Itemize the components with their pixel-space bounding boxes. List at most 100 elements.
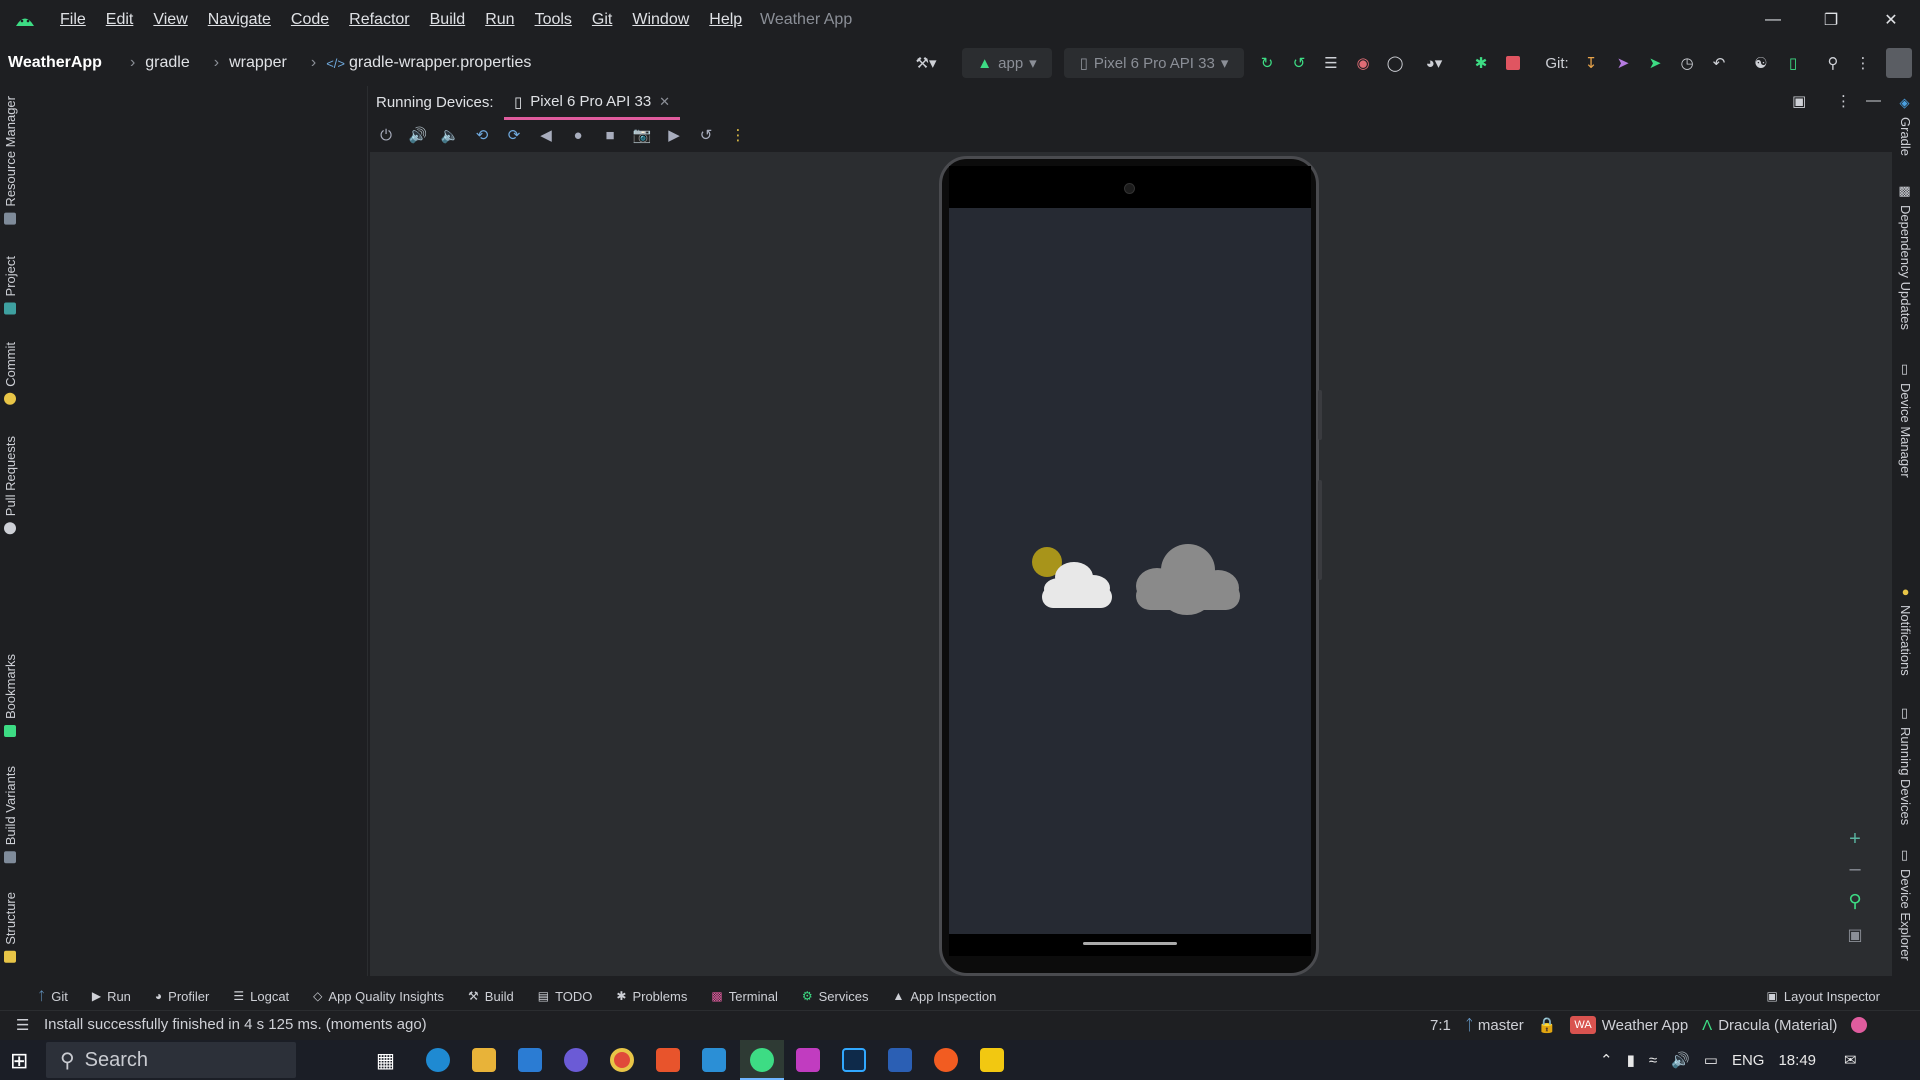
close-button[interactable]: ✕ [1862, 0, 1920, 40]
git-push-icon[interactable]: ➤ [1644, 48, 1666, 78]
tab-device[interactable]: ▯ Pixel 6 Pro API 33 ✕ [504, 86, 681, 120]
maximize-icon[interactable]: ▣ [1792, 92, 1814, 114]
breadcrumb-project[interactable]: WeatherApp [8, 54, 102, 72]
zoom-actual-icon[interactable]: ⚲ [1842, 888, 1868, 914]
rotate-right-icon[interactable]: ⟳ [498, 120, 530, 150]
wifi-icon[interactable]: ≈ [1649, 1052, 1657, 1069]
tab-layout-inspector[interactable]: ▣ Layout Inspector [1755, 982, 1892, 1010]
home-icon[interactable]: ● [562, 120, 594, 150]
menu-view[interactable]: View [143, 0, 197, 40]
minimize-button[interactable]: — [1744, 0, 1802, 40]
readonly-icon[interactable]: 🔒 [1538, 1016, 1557, 1034]
tab-services[interactable]: ⚙ Services [790, 982, 881, 1010]
powerbi-icon[interactable] [980, 1048, 1004, 1072]
git-branch-widget[interactable]: ᛏ master [1465, 1017, 1524, 1034]
theme-widget[interactable]: Λ Dracula (Material) [1702, 1017, 1837, 1034]
layers-icon[interactable]: ☰ [16, 1016, 34, 1034]
status-message[interactable]: Install successfully finished in 4 s 125… [44, 1010, 427, 1040]
tray-chevron-up-icon[interactable]: ⌃ [1600, 1051, 1613, 1069]
history-icon[interactable]: ◷ [1676, 48, 1698, 78]
apply-changes-icon[interactable]: ↺ [1288, 48, 1310, 78]
tool-device-manager[interactable]: ▯ Device Manager [1898, 362, 1913, 478]
tool-resource-manager[interactable]: Resource Manager [3, 96, 18, 225]
menu-tools[interactable]: Tools [525, 0, 582, 40]
menu-code[interactable]: Code [281, 0, 339, 40]
tool-build-variants[interactable]: Build Variants [3, 766, 18, 864]
tool-project[interactable]: Project [3, 256, 18, 315]
menu-window[interactable]: Window [622, 0, 699, 40]
vscode-icon[interactable] [702, 1048, 726, 1072]
word-icon[interactable] [888, 1048, 912, 1072]
photoshop-icon[interactable] [842, 1048, 866, 1072]
tab-terminal[interactable]: ▩ Terminal [699, 982, 789, 1010]
fit-screen-icon[interactable]: ▣ [1842, 922, 1868, 948]
more-options-icon[interactable]: ⋮ [1856, 48, 1871, 78]
rotate-left-icon[interactable]: ⟲ [466, 120, 498, 150]
attach-debugger-icon[interactable]: ✱ [1470, 48, 1492, 78]
overview-icon[interactable]: ■ [594, 120, 626, 150]
tool-device-explorer[interactable]: ▯ Device Explorer [1898, 848, 1913, 961]
menu-refactor[interactable]: Refactor [339, 0, 419, 40]
menu-navigate[interactable]: Navigate [198, 0, 281, 40]
run-config-dropdown[interactable]: ▲ app ▾ [962, 48, 1052, 78]
gesture-home-bar[interactable] [1083, 942, 1177, 945]
clock[interactable]: 18:49 [1778, 1052, 1816, 1069]
menu-file[interactable]: File [50, 0, 96, 40]
battery-icon[interactable]: ▮ [1627, 1051, 1635, 1069]
display-icon[interactable]: ▭ [1704, 1051, 1718, 1069]
chrome-icon[interactable] [610, 1048, 634, 1072]
zoom-in-icon[interactable]: + [1842, 826, 1868, 852]
tab-app-inspection[interactable]: ▲ App Inspection [880, 982, 1008, 1010]
tool-notifications[interactable]: ● Notifications [1898, 584, 1913, 676]
breadcrumb-gradle[interactable]: gradle [145, 54, 189, 72]
tab-logcat[interactable]: ☰ Logcat [221, 982, 301, 1010]
tab-app-quality-insights[interactable]: ◇ App Quality Insights [301, 982, 456, 1010]
reset-icon[interactable]: ↺ [690, 120, 722, 150]
tab-run[interactable]: ▶ Run [80, 982, 143, 1010]
menu-help[interactable]: Help [699, 0, 752, 40]
menu-run[interactable]: Run [475, 0, 524, 40]
power-icon[interactable]: ⏻ [370, 120, 402, 150]
tool-gradle[interactable]: ◈ Gradle [1898, 96, 1913, 156]
breadcrumb-wrapper[interactable]: wrapper [229, 54, 287, 72]
options-icon[interactable]: ⋮ [1836, 92, 1851, 114]
tool-bookmarks[interactable]: Bookmarks [3, 654, 18, 738]
postman-icon[interactable] [934, 1048, 958, 1072]
tool-running-devices[interactable]: ▯ Running Devices [1898, 706, 1913, 825]
tool-structure[interactable]: Structure [3, 892, 18, 963]
device-dropdown[interactable]: ▯ Pixel 6 Pro API 33 ▾ [1064, 48, 1244, 78]
rerun-icon[interactable]: ↻ [1256, 48, 1278, 78]
menu-build[interactable]: Build [420, 0, 476, 40]
screenshot-icon[interactable]: 📷 [626, 120, 658, 150]
menu-edit[interactable]: Edit [96, 0, 144, 40]
back-icon[interactable]: ◀ [530, 120, 562, 150]
windows-start-icon[interactable]: ⊞ [10, 1048, 36, 1074]
breadcrumb-file[interactable]: gradle-wrapper.properties [349, 54, 531, 72]
coverage-icon[interactable]: ◯ [1384, 48, 1406, 78]
avatar[interactable] [1886, 48, 1912, 78]
tab-build[interactable]: ⚒ Build [456, 982, 526, 1010]
sync-gradle-icon[interactable]: ☯ [1750, 48, 1772, 78]
taskbar-search-input[interactable]: ⚲ Search [46, 1042, 296, 1078]
rollback-icon[interactable]: ↶ [1708, 48, 1730, 78]
caret-position[interactable]: 7:1 [1430, 1017, 1451, 1034]
git-commit-icon[interactable]: ➤ [1612, 48, 1634, 78]
more-icon[interactable]: ⋮ [722, 120, 754, 150]
app-icon[interactable] [564, 1048, 588, 1072]
android-studio-icon[interactable] [14, 9, 36, 29]
record-icon[interactable]: ▶ [658, 120, 690, 150]
tab-git[interactable]: ᛏ Git [30, 982, 80, 1010]
file-explorer-icon[interactable] [472, 1048, 496, 1072]
profiler-icon[interactable]: ◕▾ [1416, 48, 1452, 78]
search-icon[interactable]: ⚲ [1822, 48, 1844, 78]
close-tab-icon[interactable]: ✕ [659, 94, 670, 110]
language-indicator[interactable]: ENG [1732, 1052, 1765, 1069]
restore-button[interactable]: ❐ [1802, 0, 1860, 40]
task-view-icon[interactable]: ▦ [376, 1048, 400, 1072]
device-manager-icon[interactable]: ▯ [1782, 48, 1804, 78]
menu-git[interactable]: Git [582, 0, 622, 40]
volume-up-icon[interactable]: 🔊 [402, 120, 434, 150]
git-update-icon[interactable]: ↧ [1580, 48, 1602, 78]
debug-icon[interactable]: ◉ [1352, 48, 1374, 78]
intellij-icon[interactable] [796, 1048, 820, 1072]
